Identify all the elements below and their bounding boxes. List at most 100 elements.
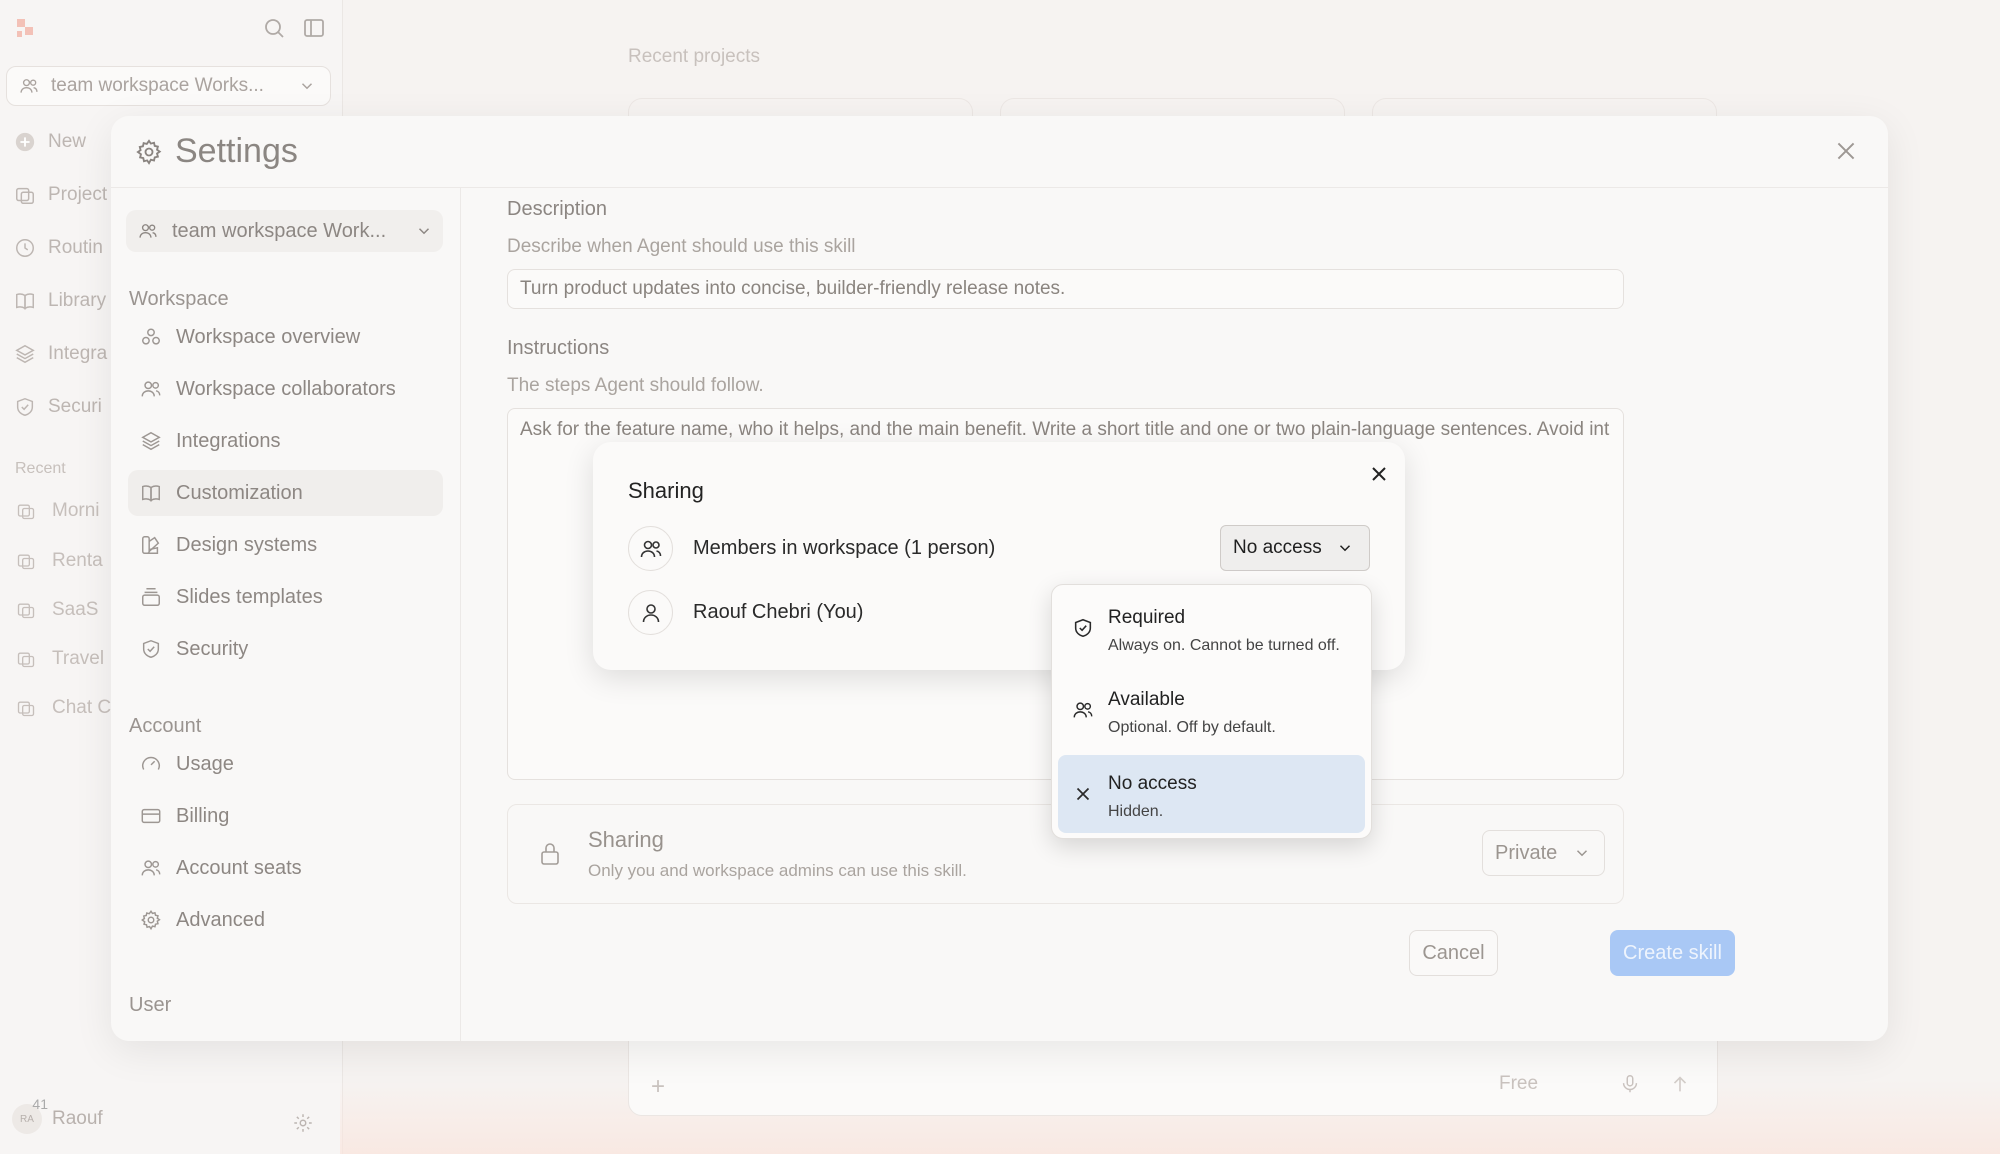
overview-icon: [142, 328, 160, 345]
composer[interactable]: + Free: [628, 1040, 1718, 1116]
recent-item[interactable]: Renta: [16, 550, 103, 572]
sidebar-toggle-icon[interactable]: [302, 16, 326, 40]
avatar: RA 41: [12, 1096, 48, 1134]
chevron-down-icon: [1577, 850, 1588, 857]
create-skill-button[interactable]: Create skill: [1610, 930, 1735, 976]
close-icon[interactable]: [1833, 138, 1859, 164]
layers-icon: [15, 344, 35, 364]
access-level-value: No access: [1233, 537, 1322, 558]
book-icon: [142, 485, 160, 502]
users-icon: [139, 224, 157, 238]
option-title: No access: [1108, 773, 1197, 794]
option-title: Available: [1108, 689, 1185, 710]
recent-item-label: Chat C: [52, 697, 112, 718]
recent-item-label: Travel: [52, 648, 105, 669]
settings-header: Settings: [111, 116, 1888, 188]
nav-new[interactable]: New: [14, 131, 86, 153]
option-available[interactable]: Available Optional. Off by default.: [1058, 671, 1365, 749]
access-level-select[interactable]: No access: [1220, 525, 1370, 571]
option-no-access[interactable]: No access Hidden.: [1058, 755, 1365, 833]
sharing-title: Sharing: [588, 827, 664, 852]
recent-item[interactable]: SaaS: [16, 599, 98, 621]
recent-item[interactable]: Morni: [16, 500, 100, 522]
recent-item-label: SaaS: [52, 599, 99, 620]
share-row-label: Raouf Chebri (You): [693, 601, 864, 623]
recent-label: Recent: [15, 460, 66, 477]
shield-check-icon: [1072, 617, 1094, 639]
lock-icon: [538, 841, 562, 867]
card-icon: [141, 808, 161, 824]
project-icon: [17, 504, 35, 520]
nav-security[interactable]: Securi: [14, 396, 102, 418]
settings-workspace-switcher[interactable]: team workspace Work...: [126, 210, 443, 252]
description-input[interactable]: Turn product updates into concise, build…: [507, 269, 1624, 309]
plus-icon[interactable]: +: [651, 1073, 665, 1101]
sharing-visibility-value: Private: [1495, 841, 1558, 864]
search-icon[interactable]: [262, 16, 286, 40]
instructions-hint: The steps Agent should follow.: [507, 375, 764, 396]
description-hint: Describe when Agent should use this skil…: [507, 236, 856, 257]
shield-icon: [16, 397, 34, 417]
recent-item[interactable]: Travel: [16, 648, 104, 670]
settings-item-label: Workspace collaborators: [176, 377, 396, 400]
model-selector[interactable]: Free: [1499, 1073, 1538, 1095]
settings-item-design-systems[interactable]: Design systems: [128, 522, 443, 568]
nav-label: Library: [48, 290, 107, 311]
recent-item[interactable]: Chat C: [16, 697, 111, 719]
nav-label: New: [48, 131, 87, 152]
description-label: Description: [507, 198, 608, 220]
section-workspace: Workspace: [129, 288, 229, 310]
settings-item-workspace-overview[interactable]: Workspace overview: [128, 314, 443, 360]
microphone-icon[interactable]: [1619, 1073, 1641, 1095]
workspace-switcher[interactable]: team workspace Works...: [6, 66, 331, 106]
settings-item-label: Advanced: [176, 908, 265, 931]
user-icon: [628, 590, 673, 635]
slides-icon: [142, 588, 160, 606]
project-icon: [17, 652, 35, 668]
settings-item-customization[interactable]: Customization: [128, 470, 443, 516]
recent-projects-title: Recent projects: [628, 46, 761, 67]
settings-item-label: Customization: [176, 481, 303, 504]
settings-item-workspace-collaborators[interactable]: Workspace collaborators: [128, 366, 443, 412]
option-description: Hidden.: [1108, 803, 1164, 820]
project-card[interactable]: [628, 98, 973, 118]
project-card[interactable]: [1000, 98, 1345, 118]
plus-circle-icon: [15, 132, 35, 152]
project-card[interactable]: [1372, 98, 1717, 118]
nav-integrations[interactable]: Integra: [14, 343, 107, 365]
nav-library[interactable]: Library: [14, 290, 106, 312]
layers-icon: [141, 431, 161, 451]
nav-routines[interactable]: Routin: [14, 237, 103, 259]
settings-item-integrations[interactable]: Integrations: [128, 418, 443, 464]
gear-icon[interactable]: [292, 1112, 314, 1134]
users-icon: [1072, 699, 1094, 721]
workspace-label: team workspace Work...: [172, 219, 387, 242]
nav-label: Routin: [48, 237, 103, 258]
projects-icon: [16, 187, 34, 204]
settings-item-usage[interactable]: Usage: [128, 741, 443, 787]
user-menu[interactable]: RA 41 Raouf: [12, 1096, 103, 1134]
settings-sidebar: team workspace Work... Workspace Workspa…: [111, 188, 461, 1041]
recent-item-label: Morni: [52, 500, 100, 521]
section-user: User: [129, 994, 172, 1016]
project-icon: [17, 603, 35, 619]
nav-projects[interactable]: Project: [14, 184, 107, 206]
settings-item-account-seats[interactable]: Account seats: [128, 845, 443, 891]
sharing-visibility-select[interactable]: Private: [1482, 830, 1605, 876]
gear-icon: [135, 138, 163, 166]
settings-item-advanced[interactable]: Advanced: [128, 897, 443, 943]
settings-item-slides-templates[interactable]: Slides templates: [128, 574, 443, 620]
shield-icon: [142, 639, 160, 659]
settings-item-label: Design systems: [176, 533, 318, 556]
clock-icon: [16, 239, 34, 257]
settings-item-security[interactable]: Security: [128, 626, 443, 672]
settings-item-billing[interactable]: Billing: [128, 793, 443, 839]
close-icon[interactable]: [1367, 462, 1391, 486]
chevron-down-icon: [418, 228, 430, 235]
cancel-button[interactable]: Cancel: [1409, 930, 1498, 976]
option-required[interactable]: Required Always on. Cannot be turned off…: [1058, 589, 1365, 667]
send-icon[interactable]: [1669, 1073, 1691, 1095]
workspace-switcher-label: team workspace Works...: [51, 75, 264, 96]
app-logo-icon[interactable]: [14, 16, 38, 40]
nav-label: Integra: [48, 343, 108, 364]
